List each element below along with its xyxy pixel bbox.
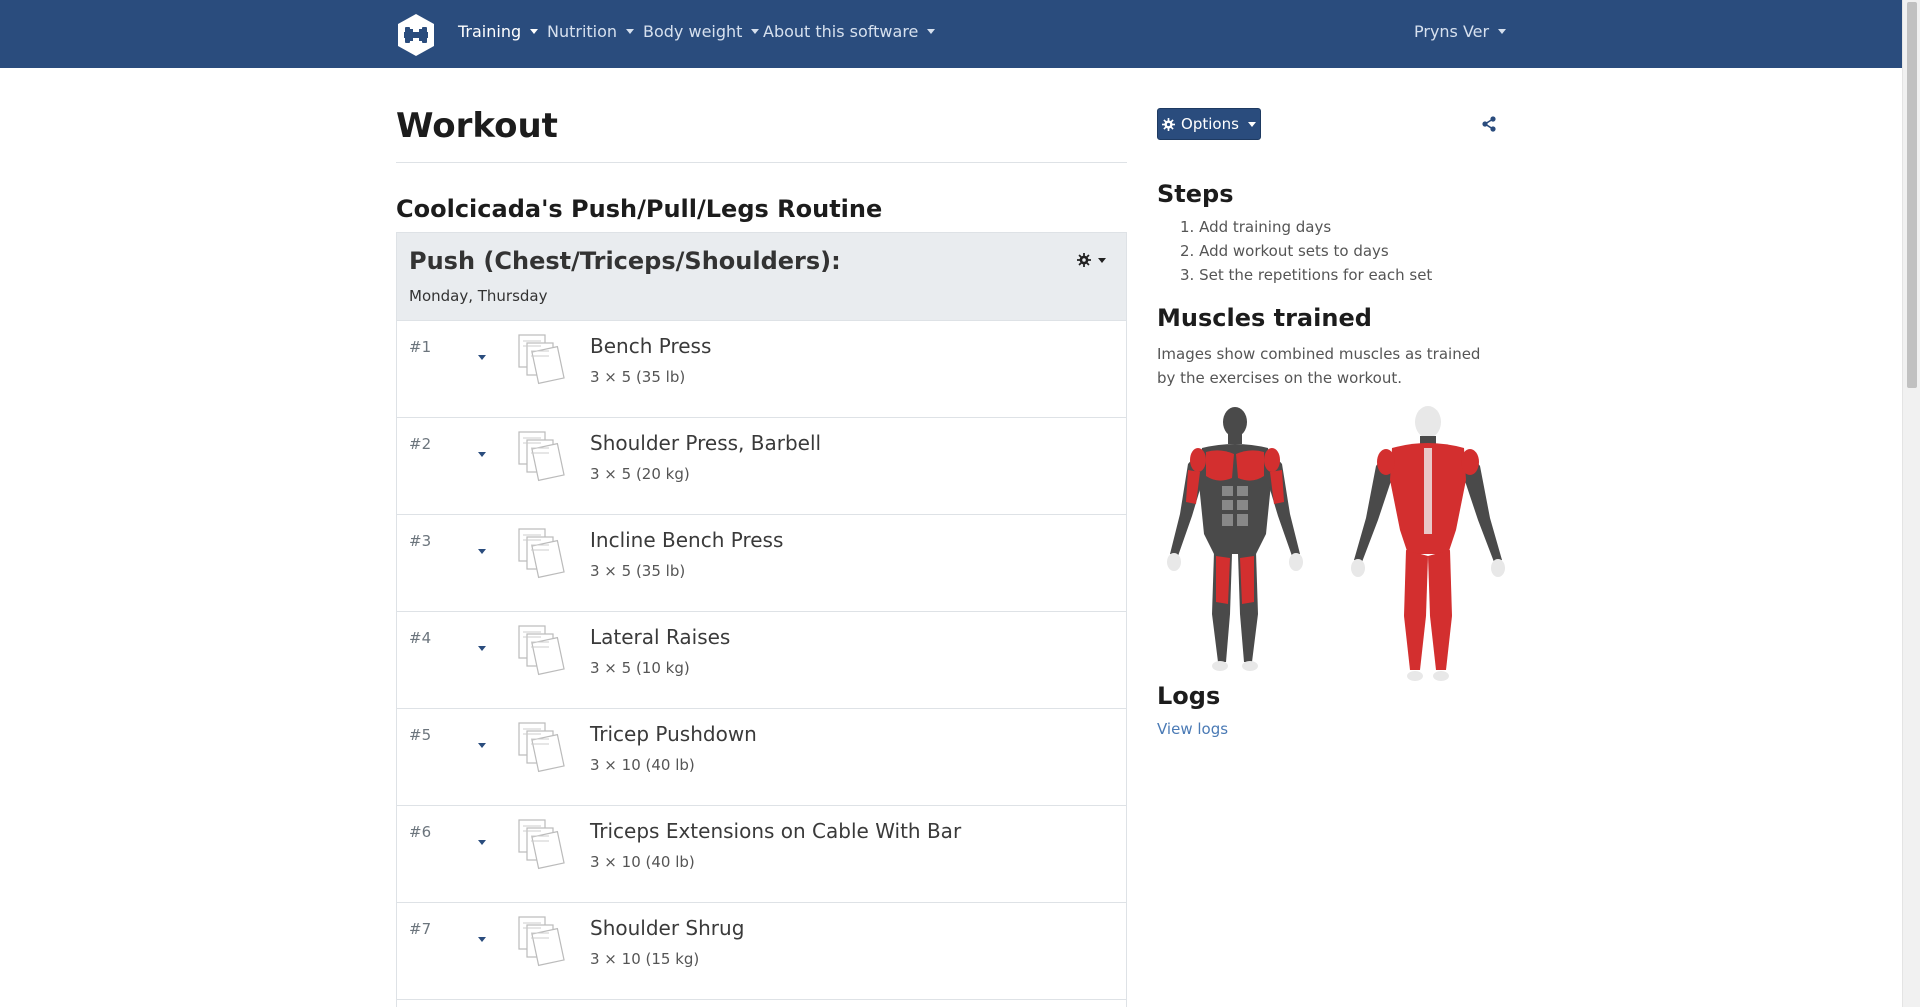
exercise-number: #4 (409, 629, 432, 647)
exercise-sets: 3 × 5 (35 lb) (590, 368, 686, 386)
page-scrollbar[interactable] (1902, 0, 1920, 1007)
exercise-placeholder-icon (518, 334, 565, 385)
nav-nutrition-label: Nutrition (547, 22, 618, 41)
user-menu-label: Pryns Ver (1414, 22, 1490, 41)
exercise-sets: 3 × 10 (15 kg) (590, 950, 700, 968)
chevron-down-icon (927, 29, 936, 34)
top-navbar: Training Nutrition Body weight About thi… (0, 0, 1902, 68)
routine-title: Coolcicada's Push/Pull/Legs Routine (396, 195, 883, 223)
exercise-row: #4 Lateral Raises 3 × 5 (10 kg) (397, 612, 1126, 709)
exercise-name[interactable]: Shoulder Shrug (590, 916, 744, 940)
dumbbell-logo-icon[interactable] (396, 13, 436, 57)
nav-nutrition[interactable]: Nutrition (547, 22, 635, 41)
exercise-name[interactable]: Bench Press (590, 334, 711, 358)
nav-body-weight[interactable]: Body weight (643, 22, 760, 41)
exercise-number: #5 (409, 726, 432, 744)
chevron-down-icon[interactable] (475, 733, 486, 752)
chevron-down-icon (626, 29, 635, 34)
exercise-number: #1 (409, 338, 432, 356)
exercise-row: #6 Triceps Extensions on Cable With Bar … (397, 806, 1126, 903)
steps-list: 1. Add training days 2. Add workout sets… (1157, 218, 1432, 290)
chevron-down-icon[interactable] (475, 539, 486, 558)
muscles-description: Images show combined muscles as trained … (1157, 345, 1481, 387)
share-icon[interactable] (1481, 116, 1497, 132)
exercise-placeholder-icon (518, 916, 565, 967)
nav-body-weight-label: Body weight (643, 22, 743, 41)
step-item: 3. Set the repetitions for each set (1180, 266, 1433, 284)
chevron-down-icon[interactable] (475, 636, 486, 655)
day-weekdays: Monday, Thursday (409, 287, 548, 305)
chevron-down-icon[interactable] (475, 345, 486, 364)
nav-training-label: Training (458, 22, 522, 41)
exercise-placeholder-icon (518, 722, 565, 773)
steps-heading: Steps (1157, 180, 1234, 208)
exercise-number: #2 (409, 435, 432, 453)
muscle-diagram-back (1351, 406, 1505, 681)
nav-about-label: About this software (763, 22, 919, 41)
chevron-down-icon (530, 29, 539, 34)
logs-heading: Logs (1157, 682, 1221, 710)
exercise-number: #3 (409, 532, 432, 550)
exercise-row: #3 Incline Bench Press 3 × 5 (35 lb) (397, 515, 1126, 612)
nav-about[interactable]: About this software (763, 22, 936, 41)
view-logs-link[interactable]: View logs (1157, 720, 1228, 738)
page-title: Workout (396, 106, 558, 146)
exercise-row: #1 Bench Press 3 × 5 (35 lb) (397, 321, 1126, 418)
exercise-name[interactable]: Lateral Raises (590, 625, 730, 649)
exercise-sets: 3 × 5 (20 kg) (590, 465, 690, 483)
exercise-row: #7 Shoulder Shrug 3 × 10 (15 kg) (397, 903, 1126, 1000)
gear-icon (1162, 117, 1176, 131)
exercise-sets: 3 × 10 (40 lb) (590, 853, 695, 871)
exercise-row: #5 Tricep Pushdown 3 × 10 (40 lb) (397, 709, 1126, 806)
day-title: Push (Chest/Triceps/Shoulders): (409, 247, 841, 275)
chevron-down-icon (1098, 257, 1106, 263)
exercise-name[interactable]: Incline Bench Press (590, 528, 783, 552)
training-day-card: Push (Chest/Triceps/Shoulders): Monday, … (396, 232, 1127, 1007)
step-item: 2. Add workout sets to days (1180, 242, 1389, 260)
exercise-sets: 3 × 5 (10 kg) (590, 659, 690, 677)
day-header: Push (Chest/Triceps/Shoulders): Monday, … (397, 233, 1126, 321)
exercise-placeholder-icon (518, 528, 565, 579)
options-button[interactable]: Options (1157, 108, 1261, 140)
exercise-name[interactable]: Tricep Pushdown (590, 722, 757, 746)
exercise-sets: 3 × 5 (35 lb) (590, 562, 686, 580)
chevron-down-icon (1247, 121, 1256, 127)
muscles-heading: Muscles trained (1157, 304, 1372, 332)
exercise-row: #2 Shoulder Press, Barbell 3 × 5 (20 kg) (397, 418, 1126, 515)
chevron-down-icon (1498, 29, 1507, 34)
step-item: 1. Add training days (1180, 218, 1332, 236)
gear-icon (1077, 253, 1091, 267)
chevron-down-icon[interactable] (475, 830, 486, 849)
exercise-name[interactable]: Shoulder Press, Barbell (590, 431, 821, 455)
nav-training[interactable]: Training (458, 22, 539, 41)
exercise-placeholder-icon (518, 625, 565, 676)
exercise-placeholder-icon (518, 819, 565, 870)
exercise-placeholder-icon (518, 431, 565, 482)
exercise-name[interactable]: Triceps Extensions on Cable With Bar (590, 819, 961, 843)
muscle-diagram-front (1167, 407, 1303, 671)
exercise-number: #6 (409, 823, 432, 841)
chevron-down-icon[interactable] (475, 927, 486, 946)
day-options-button[interactable] (1077, 253, 1106, 267)
exercise-sets: 3 × 10 (40 lb) (590, 756, 695, 774)
scrollbar-thumb[interactable] (1907, 2, 1917, 388)
chevron-down-icon (751, 29, 760, 34)
title-divider (396, 162, 1127, 163)
options-label: Options (1181, 115, 1239, 133)
exercise-number: #7 (409, 920, 432, 938)
chevron-down-icon[interactable] (475, 442, 486, 461)
user-menu[interactable]: Pryns Ver (1414, 22, 1507, 41)
